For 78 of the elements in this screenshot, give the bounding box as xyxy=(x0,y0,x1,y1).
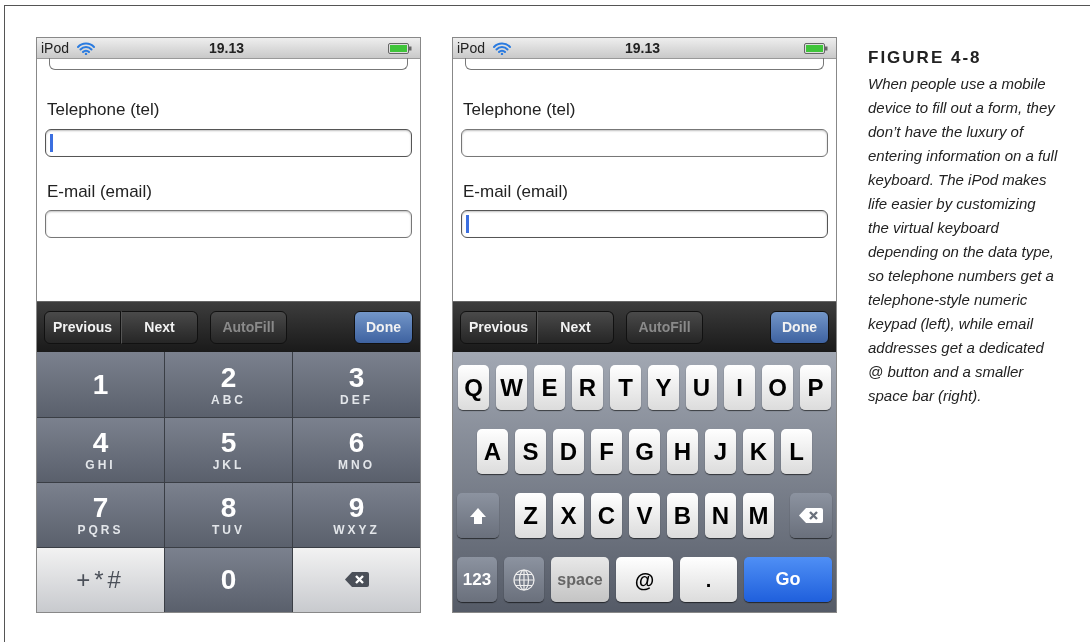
letter-key[interactable]: G xyxy=(629,429,660,475)
input-field[interactable] xyxy=(45,128,412,157)
letter-key[interactable]: Q xyxy=(458,365,489,411)
keypad-key[interactable]: 4 GHI xyxy=(37,417,164,482)
keypad-key[interactable]: 5 JKL xyxy=(165,417,292,482)
letter-key[interactable]: N xyxy=(705,493,736,539)
keypad-key[interactable]: 1 xyxy=(37,352,164,417)
toolbar-button[interactable]: Previous xyxy=(460,310,537,344)
letter-key[interactable]: F xyxy=(591,429,622,475)
done-button[interactable]: Done xyxy=(770,310,829,344)
letter-key[interactable]: O xyxy=(762,365,793,411)
symbol-key[interactable]: @ xyxy=(616,557,673,603)
letter-key[interactable]: L xyxy=(781,429,812,475)
keypad-key[interactable]: 8 TUV xyxy=(165,482,292,547)
shift-arrow-icon xyxy=(469,506,487,525)
toolbar-button[interactable]: Next xyxy=(121,310,198,344)
keypad-key[interactable]: 3 DEF xyxy=(293,352,420,417)
wifi-icon xyxy=(493,41,512,55)
letter-key[interactable]: X xyxy=(553,493,584,539)
symbols-key[interactable]: +*# xyxy=(37,547,164,612)
input-field[interactable] xyxy=(461,128,828,157)
text-caret xyxy=(466,215,469,233)
toolbar-button[interactable]: Next xyxy=(537,310,614,344)
clock-time: 19.13 xyxy=(209,38,245,58)
field-label: Telephone (tel) xyxy=(463,99,577,121)
text-caret xyxy=(50,133,53,152)
delete-key[interactable] xyxy=(790,493,832,539)
figure-caption: When people use a mobile device to fill out a form, they don’t have the luxury of entering information on a full keyboard. The iPod makes life easier by customizing the virtual keyboard depending on the data type, so telephone numbers get a telephone-style numeric keypad (left), while email addresses get a dedicated @ button and a smaller space bar (right). xyxy=(868,73,1058,406)
keypad-key[interactable]: 6 MNO xyxy=(293,417,420,482)
battery-icon xyxy=(388,42,412,54)
letter-key[interactable]: J xyxy=(705,429,736,475)
space-key[interactable]: space xyxy=(551,557,609,603)
letter-key[interactable]: C xyxy=(591,493,622,539)
input-field[interactable] xyxy=(45,210,412,238)
keypad-key[interactable]: 9 WXYZ xyxy=(293,482,420,547)
letter-key[interactable]: H xyxy=(667,429,698,475)
backspace-icon xyxy=(799,508,823,524)
letter-key[interactable]: P xyxy=(800,365,831,411)
done-button[interactable]: Done xyxy=(354,310,413,344)
delete-key[interactable] xyxy=(293,547,420,612)
backspace-icon xyxy=(344,572,369,588)
letter-key[interactable]: K xyxy=(743,429,774,475)
field-label: E-mail (email) xyxy=(463,180,569,203)
text-field[interactable] xyxy=(49,58,408,70)
toolbar-button[interactable]: Previous xyxy=(44,310,121,344)
letter-key[interactable]: W xyxy=(496,365,527,411)
keypad-key[interactable]: 0 xyxy=(165,547,292,612)
letter-key[interactable]: T xyxy=(610,365,641,411)
shift-key[interactable] xyxy=(457,493,499,539)
letter-key[interactable]: Z xyxy=(515,493,546,539)
input-field[interactable] xyxy=(461,210,828,238)
field-label: Telephone (tel) xyxy=(47,99,161,121)
numbers-key[interactable]: 123 xyxy=(457,557,497,603)
wifi-icon xyxy=(77,41,96,55)
letter-key[interactable]: Y xyxy=(648,365,679,411)
letter-key[interactable]: E xyxy=(534,365,565,411)
letter-key[interactable]: R xyxy=(572,365,603,411)
carrier-label: iPod xyxy=(457,38,486,58)
text-field[interactable] xyxy=(465,58,824,70)
clock-time: 19.13 xyxy=(625,38,661,58)
keypad-key[interactable]: 7 PQRS xyxy=(37,482,164,547)
letter-key[interactable]: B xyxy=(667,493,698,539)
letter-key[interactable]: S xyxy=(515,429,546,475)
letter-key[interactable]: D xyxy=(553,429,584,475)
figure-title: FIGURE 4-8 xyxy=(868,47,983,69)
go-button[interactable]: Go xyxy=(744,557,832,603)
letter-key[interactable]: A xyxy=(477,429,508,475)
keypad-key[interactable]: 2 ABC xyxy=(165,352,292,417)
field-label: E-mail (email) xyxy=(47,180,153,203)
symbol-key[interactable]: . xyxy=(680,557,737,603)
letter-key[interactable]: V xyxy=(629,493,660,539)
battery-icon xyxy=(804,42,828,54)
letter-key[interactable]: M xyxy=(743,493,774,539)
globe-key[interactable] xyxy=(504,557,544,603)
globe-icon xyxy=(512,567,536,592)
letter-key[interactable]: U xyxy=(686,365,717,411)
carrier-label: iPod xyxy=(41,38,70,58)
letter-key[interactable]: I xyxy=(724,365,755,411)
